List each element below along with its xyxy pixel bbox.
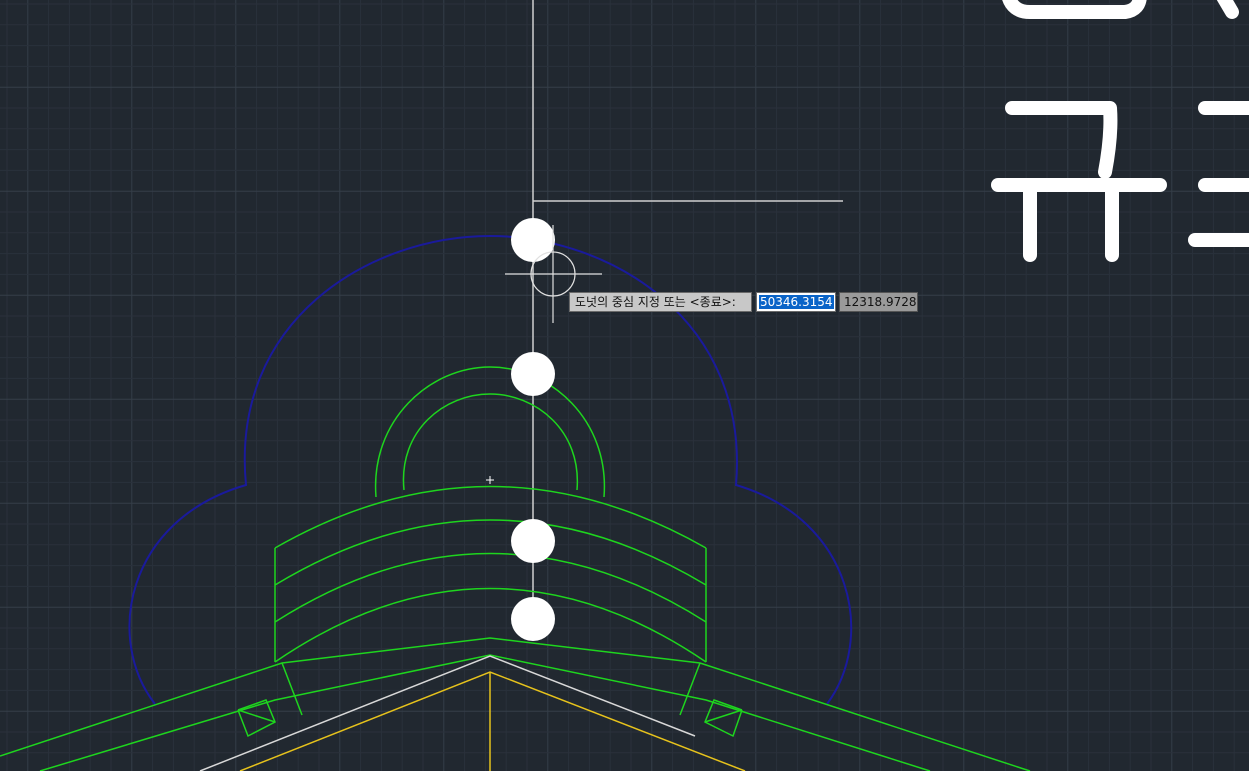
grid-lines: [0, 0, 1249, 771]
donut-marker: [511, 218, 555, 262]
y-coordinate-input[interactable]: 12318.9728: [839, 292, 918, 312]
white-roof-line: [199, 655, 696, 771]
x-coordinate-input[interactable]: 50346.3154: [756, 292, 836, 312]
donut-marker: [511, 519, 555, 563]
x-coordinate-value[interactable]: 50346.3154: [759, 295, 834, 309]
green-linework: [0, 366, 1031, 771]
donut-marker: [511, 352, 555, 396]
command-prompt-label: 도넛의 중심 지정 또는 <종료>:: [569, 292, 752, 312]
large-drawing-text: [991, 0, 1249, 262]
drawing-canvas[interactable]: [0, 0, 1249, 771]
yellow-linework: [239, 671, 746, 771]
donut-marker: [511, 597, 555, 641]
